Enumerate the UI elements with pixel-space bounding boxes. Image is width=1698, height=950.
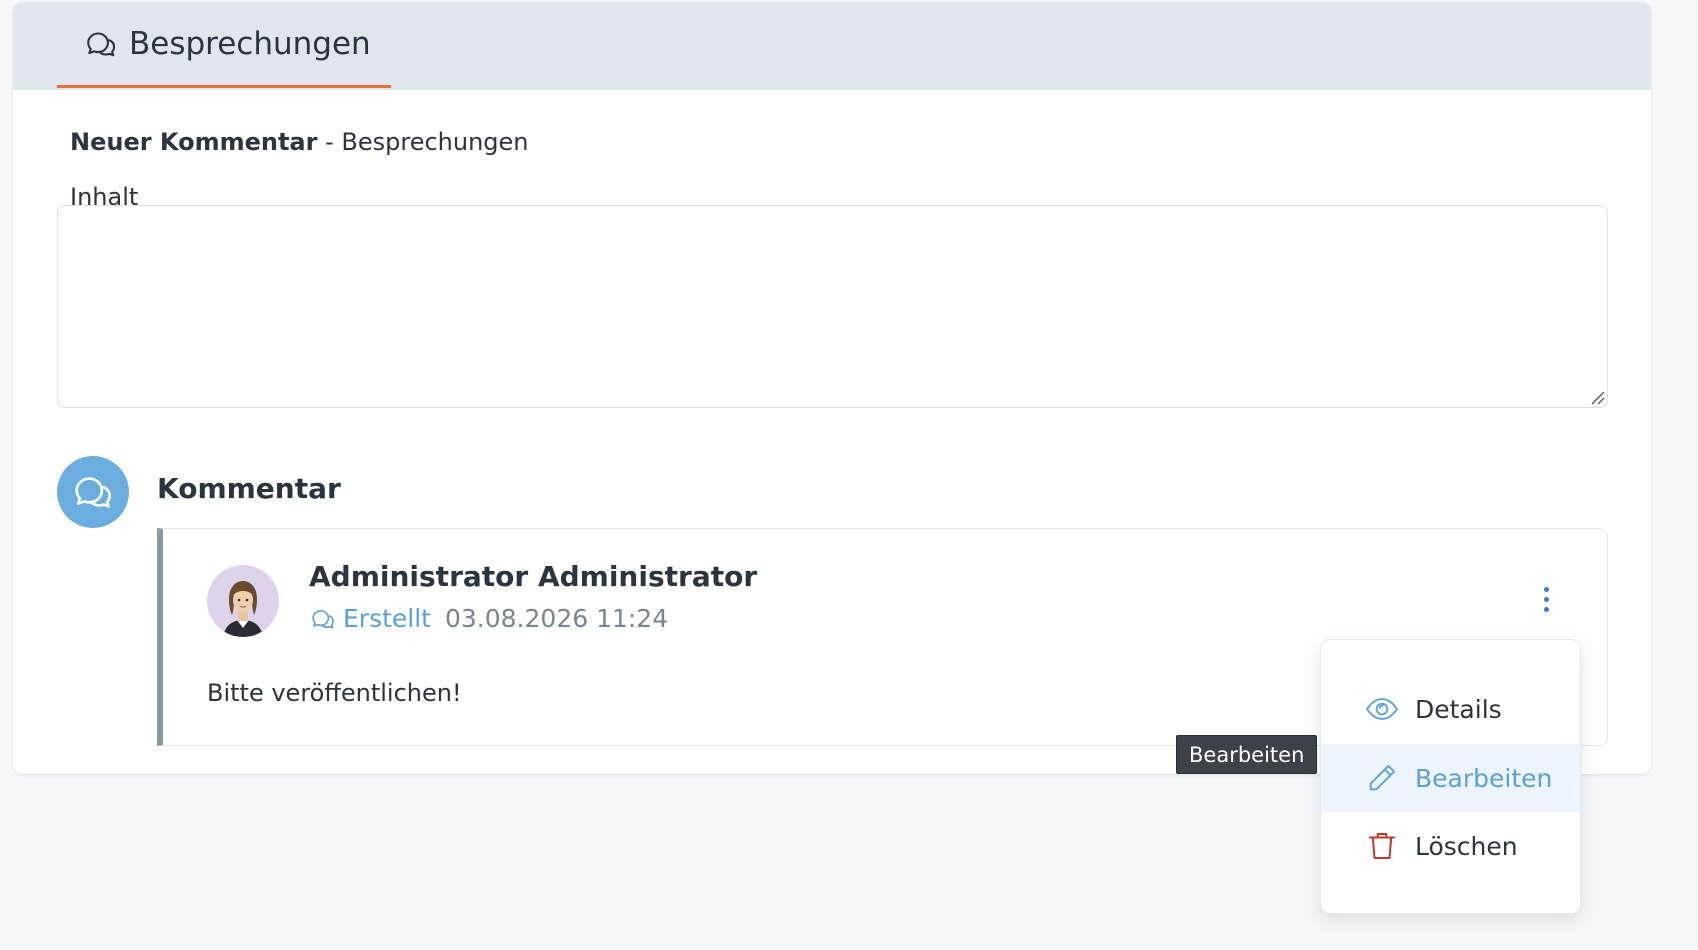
kebab-menu-button[interactable]: [1532, 583, 1560, 615]
kebab-menu-icon: [1543, 596, 1549, 602]
user-avatar-icon: [207, 565, 279, 637]
tooltip: Bearbeiten: [1176, 735, 1318, 774]
chat-bubbles-icon: [75, 477, 112, 508]
menu-item-details[interactable]: Details: [1321, 675, 1580, 743]
trash-icon: [1368, 832, 1396, 860]
form-title: Neuer Kommentar - Besprechungen: [70, 128, 529, 156]
menu-item-label: Bearbeiten: [1415, 763, 1553, 793]
form-title-bold: Neuer Kommentar: [70, 128, 318, 156]
card-header: Besprechungen: [13, 2, 1651, 90]
section-title: Kommentar: [157, 472, 341, 505]
menu-item-edit[interactable]: Bearbeiten: [1321, 744, 1580, 812]
comment-section-badge: [57, 456, 129, 528]
menu-item-delete[interactable]: Löschen: [1321, 812, 1580, 880]
chat-bubbles-icon: [87, 31, 116, 56]
chat-bubbles-icon: [312, 609, 334, 629]
tab-label: Besprechungen: [129, 25, 371, 62]
comment-author: Administrator Administrator: [309, 560, 758, 593]
menu-item-label: Details: [1415, 694, 1502, 724]
avatar: [207, 565, 279, 637]
pencil-icon: [1369, 765, 1395, 791]
kebab-menu-icon: [1543, 606, 1549, 612]
resize-grip-icon[interactable]: [1589, 389, 1605, 405]
menu-item-label: Löschen: [1415, 831, 1518, 861]
comment-meta: Erstellt 03.08.2026 11:24: [309, 604, 668, 633]
tab-besprechungen[interactable]: Besprechungen: [57, 2, 391, 88]
kebab-menu-icon: [1543, 586, 1549, 592]
comment-datetime: 03.08.2026 11:24: [444, 604, 669, 633]
form-title-separator: -: [317, 128, 342, 156]
eye-icon: [1366, 698, 1398, 720]
comment-status: Erstellt: [343, 604, 431, 633]
comment-actions-dropdown: Details Bearbeiten Löschen: [1320, 639, 1581, 914]
form-title-context: Besprechungen: [341, 128, 529, 156]
comment-body: Bitte veröffentlichen!: [207, 679, 462, 707]
content-textarea[interactable]: [57, 205, 1608, 408]
